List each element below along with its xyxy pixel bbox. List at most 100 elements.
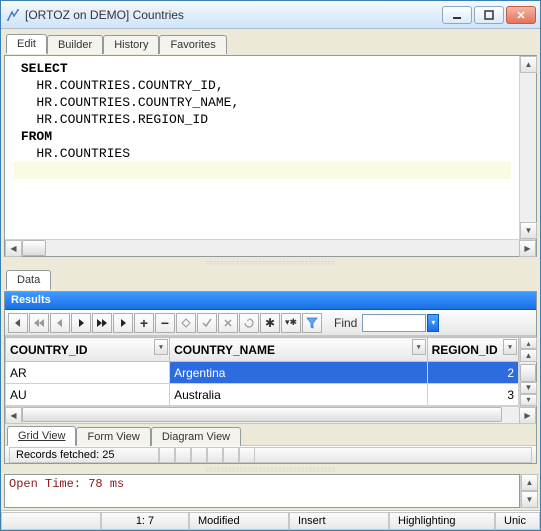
window-title: [ORTOZ on DEMO] Countries [25, 8, 438, 22]
nav-prev-button[interactable] [50, 313, 70, 333]
log-vscrollbar[interactable]: ▲ ▼ [520, 474, 537, 508]
scroll-right-icon[interactable]: ▶ [519, 407, 536, 424]
window-buttons [442, 6, 536, 24]
sql-keyword: FROM [21, 129, 52, 144]
table-header-row: COUNTRY_ID▾ COUNTRY_NAME▾ REGION_ID▾ [6, 338, 519, 362]
grid-vscrollbar[interactable]: ▴ ▲ ▼ ▾ [519, 337, 536, 406]
table-row[interactable]: AR Argentina 2 [6, 362, 519, 384]
indicator-box [159, 447, 175, 463]
close-button[interactable] [506, 6, 536, 24]
col-region-id[interactable]: REGION_ID▾ [427, 338, 518, 362]
column-dropdown-icon[interactable]: ▾ [503, 339, 517, 355]
scroll-up-icon[interactable]: ▲ [520, 349, 537, 361]
results-grid: COUNTRY_ID▾ COUNTRY_NAME▾ REGION_ID▾ AR … [5, 336, 536, 423]
insert-row-button[interactable]: + [134, 313, 154, 333]
tab-favorites[interactable]: Favorites [159, 35, 226, 54]
find-label: Find [334, 316, 357, 330]
cell[interactable]: AU [6, 384, 170, 406]
col-country-id[interactable]: COUNTRY_ID▾ [6, 338, 170, 362]
tab-form-view[interactable]: Form View [76, 427, 150, 446]
tab-history[interactable]: History [103, 35, 159, 54]
nav-next-button[interactable] [71, 313, 91, 333]
splitter[interactable]: ░░░░░░░░░░░░░░░░░░░░░░░░░░░░░░░░░░ [4, 466, 537, 472]
indicator-box [223, 447, 239, 463]
sql-text: HR.COUNTRIES.COUNTRY_ID, [36, 78, 223, 93]
scroll-down-icon[interactable]: ▾ [520, 394, 537, 406]
scroll-thumb[interactable] [22, 407, 502, 422]
sql-text: HR.COUNTRIES.REGION_ID [36, 112, 208, 127]
sql-editor-panel: SELECT HR.COUNTRIES.COUNTRY_ID, HR.COUNT… [4, 55, 537, 257]
refresh-button[interactable] [239, 313, 259, 333]
find-dropdown-button[interactable]: ▾ [427, 314, 439, 332]
status-modified: Modified [189, 512, 289, 530]
sql-keyword: SELECT [21, 61, 68, 76]
bookmark-button[interactable]: ✱ [260, 313, 280, 333]
results-header: Results [5, 292, 536, 310]
delete-row-button[interactable]: − [155, 313, 175, 333]
scroll-up-icon[interactable]: ▲ [521, 474, 538, 491]
indicator-boxes [159, 447, 255, 463]
log-panel: Open Time: 78 ms [4, 474, 520, 508]
editor-hscrollbar[interactable]: ◀ ▶ [5, 239, 536, 256]
nav-last-button[interactable] [113, 313, 133, 333]
data-tabstrip: Data [4, 267, 537, 289]
scroll-left-icon[interactable]: ◀ [5, 407, 22, 424]
results-table[interactable]: COUNTRY_ID▾ COUNTRY_NAME▾ REGION_ID▾ AR … [5, 337, 519, 406]
scroll-left-icon[interactable]: ◀ [5, 240, 22, 257]
goto-bookmark-button[interactable]: ▾✱ [281, 313, 301, 333]
view-tabstrip: Grid View Form View Diagram View [5, 423, 536, 445]
nav-nextpage-button[interactable] [92, 313, 112, 333]
window-body: Edit Builder History Favorites SELECT HR… [1, 29, 540, 510]
tab-diagram-view[interactable]: Diagram View [151, 427, 241, 446]
table-row[interactable]: AU Australia 3 [6, 384, 519, 406]
records-fetched: Records fetched: 25 [9, 447, 159, 463]
scroll-down-icon[interactable]: ▼ [520, 382, 537, 394]
scroll-right-icon[interactable]: ▶ [519, 240, 536, 257]
scroll-down-icon[interactable]: ▼ [520, 222, 537, 239]
cell[interactable]: Australia [170, 384, 428, 406]
editor-vscrollbar[interactable]: ▲ ▼ [519, 56, 536, 239]
col-country-name[interactable]: COUNTRY_NAME▾ [170, 338, 428, 362]
scroll-down-icon[interactable]: ▼ [521, 491, 538, 508]
grid-hscrollbar[interactable]: ◀ ▶ [5, 406, 536, 423]
tab-data[interactable]: Data [6, 270, 51, 290]
scroll-up-icon[interactable]: ▲ [520, 56, 537, 73]
cell[interactable]: Argentina [170, 362, 428, 384]
nav-prevpage-button[interactable] [29, 313, 49, 333]
scroll-thumb[interactable] [520, 364, 536, 382]
statusbar: 1: 7 Modified Insert Highlighting Unic [1, 510, 540, 530]
cell[interactable]: 2 [427, 362, 518, 384]
status-spacer [255, 447, 532, 463]
splitter[interactable]: ░░░░░░░░░░░░░░░░░░░░░░░░░░░░░░░░░░ [4, 259, 537, 265]
sql-editor[interactable]: SELECT HR.COUNTRIES.COUNTRY_ID, HR.COUNT… [5, 56, 519, 239]
cell[interactable]: 3 [427, 384, 518, 406]
results-status: Records fetched: 25 [5, 445, 536, 463]
cell[interactable]: AR [6, 362, 170, 384]
cancel-button[interactable] [218, 313, 238, 333]
sql-current-line [13, 162, 511, 179]
maximize-button[interactable] [474, 6, 504, 24]
status-encoding: Unic [495, 512, 540, 530]
scroll-up-icon[interactable]: ▴ [520, 337, 537, 349]
tab-grid-view[interactable]: Grid View [7, 426, 76, 446]
indicator-box [239, 447, 255, 463]
log-text: Open Time: 78 ms [9, 477, 124, 505]
titlebar: [ORTOZ on DEMO] Countries [1, 1, 540, 29]
column-dropdown-icon[interactable]: ▾ [154, 339, 168, 355]
filter-button[interactable] [302, 313, 322, 333]
status-spacer [1, 512, 101, 530]
column-dropdown-icon[interactable]: ▾ [412, 339, 426, 355]
log-panel-wrap: Open Time: 78 ms ▲ ▼ [4, 474, 537, 508]
edit-row-button[interactable] [176, 313, 196, 333]
data-panel: Results + − ✱ ▾✱ Find [4, 291, 537, 464]
indicator-box [191, 447, 207, 463]
tab-edit[interactable]: Edit [6, 34, 47, 54]
tab-builder[interactable]: Builder [47, 35, 103, 54]
status-cursor-pos: 1: 7 [101, 512, 189, 530]
scroll-thumb[interactable] [22, 240, 46, 256]
status-highlighting: Highlighting [389, 512, 495, 530]
minimize-button[interactable] [442, 6, 472, 24]
post-button[interactable] [197, 313, 217, 333]
nav-first-button[interactable] [8, 313, 28, 333]
find-input[interactable] [362, 314, 426, 332]
